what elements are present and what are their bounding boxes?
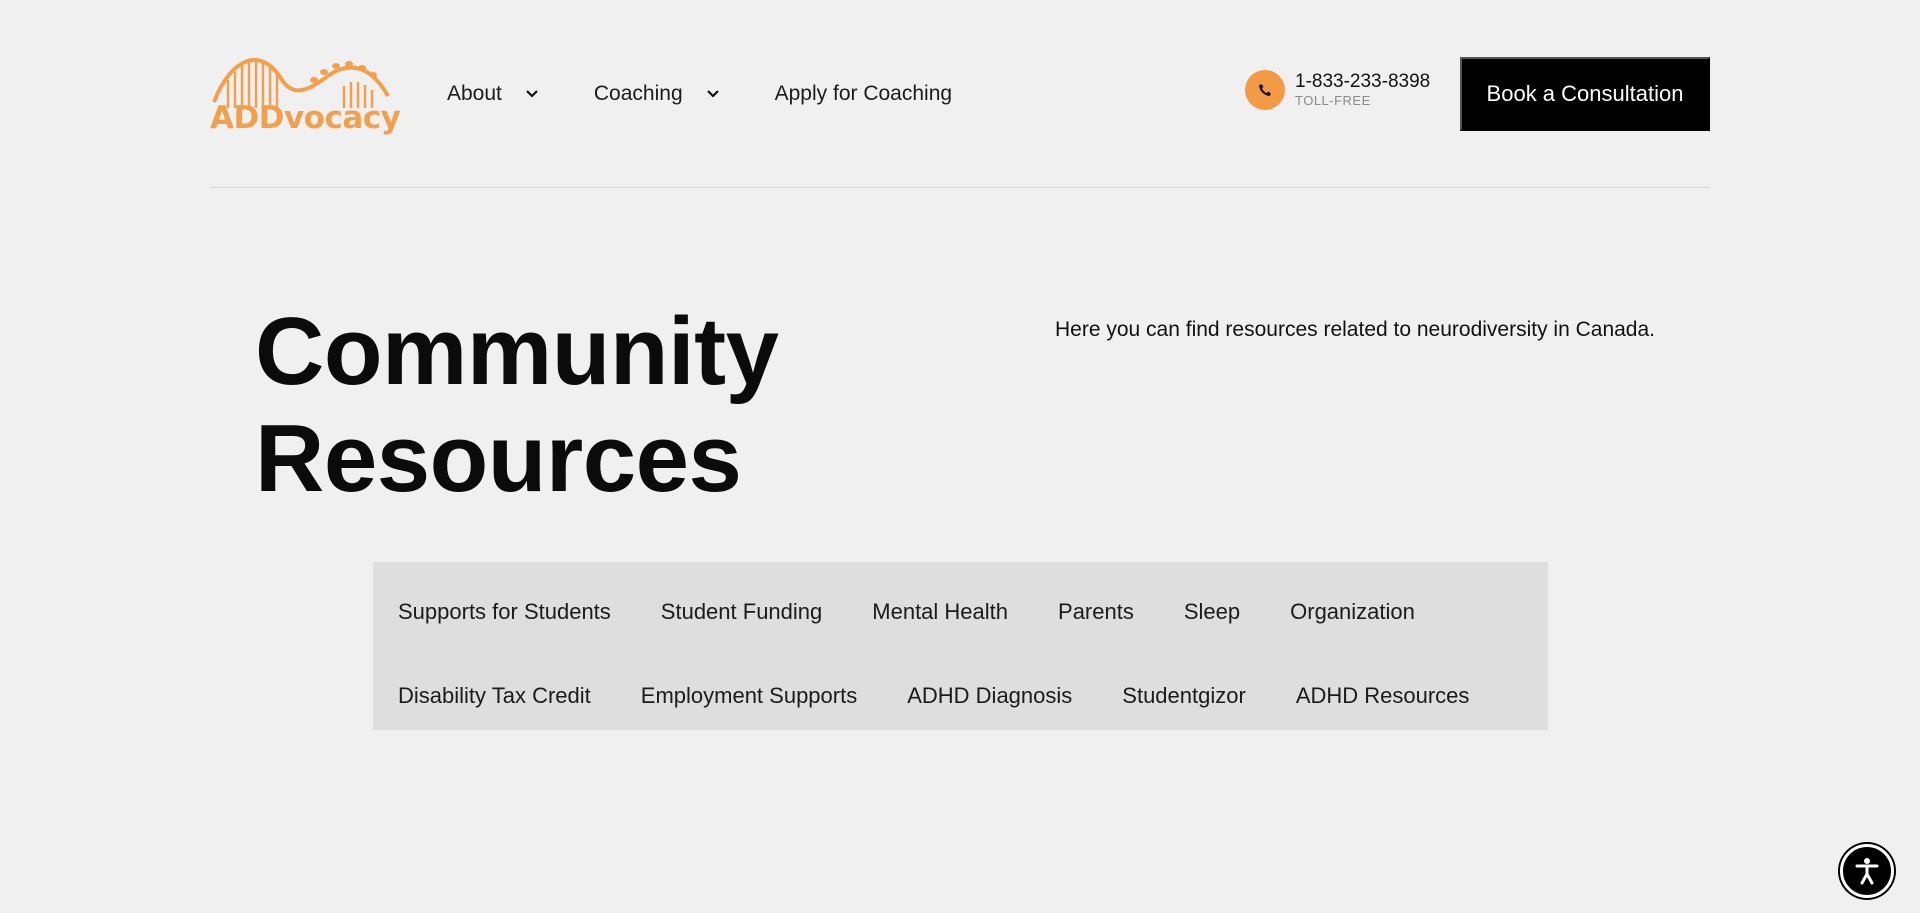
phone-link[interactable]: 1-833-233-8398 TOLL-FREE — [1245, 70, 1430, 110]
tab-adhd-resources[interactable]: ADHD Resources — [1296, 683, 1470, 709]
tab-adhd-diagnosis[interactable]: ADHD Diagnosis — [907, 683, 1072, 709]
tab-organization[interactable]: Organization — [1290, 599, 1415, 625]
phone-caption: TOLL-FREE — [1295, 93, 1371, 108]
nav-item-label: Coaching — [593, 82, 683, 105]
page-title-line-1: Community — [255, 298, 779, 405]
tab-row-1: Supports for Students Student Funding Me… — [398, 570, 1523, 654]
nav-item-coaching[interactable]: Coaching — [594, 82, 721, 106]
main-nav: About Coaching Apply for Coaching — [447, 82, 1006, 106]
resource-tabs: Supports for Students Student Funding Me… — [373, 562, 1548, 730]
logo[interactable]: ADDvocacy — [210, 50, 401, 138]
tab-sleep[interactable]: Sleep — [1184, 599, 1240, 625]
nav-item-about[interactable]: About — [447, 82, 540, 106]
tab-row-2: Disability Tax Credit Employment Support… — [398, 654, 1523, 738]
tab-studentgizor[interactable]: Studentgizor — [1122, 683, 1246, 709]
accessibility-button[interactable] — [1840, 844, 1894, 898]
phone-icon — [1245, 70, 1285, 110]
phone-text: 1-833-233-8398 TOLL-FREE — [1295, 71, 1430, 109]
tab-student-funding[interactable]: Student Funding — [661, 599, 822, 625]
chevron-down-icon — [706, 90, 719, 98]
site-header: ADDvocacy About Coaching Apply for Coach… — [210, 40, 1710, 188]
accessibility-icon — [1855, 858, 1879, 885]
tab-disability-tax-credit[interactable]: Disability Tax Credit — [398, 683, 591, 709]
logo-text: ADDvocacy — [210, 100, 401, 136]
nav-item-label: About — [447, 82, 502, 105]
book-consultation-button[interactable]: Book a Consultation — [1460, 57, 1710, 131]
tab-mental-health[interactable]: Mental Health — [872, 599, 1008, 625]
intro-text: Here you can find resources related to n… — [1055, 318, 1655, 341]
tab-supports-for-students[interactable]: Supports for Students — [398, 599, 611, 625]
tab-employment-supports[interactable]: Employment Supports — [641, 683, 857, 709]
chevron-down-icon — [526, 90, 538, 98]
nav-item-apply-for-coaching[interactable]: Apply for Coaching — [775, 82, 952, 106]
phone-number: 1-833-233-8398 — [1295, 71, 1431, 92]
page-title-line-2: Resources — [255, 405, 742, 512]
nav-item-label: Apply for Coaching — [774, 82, 953, 105]
tab-parents[interactable]: Parents — [1058, 599, 1134, 625]
page-title: Community Resources — [255, 298, 779, 512]
